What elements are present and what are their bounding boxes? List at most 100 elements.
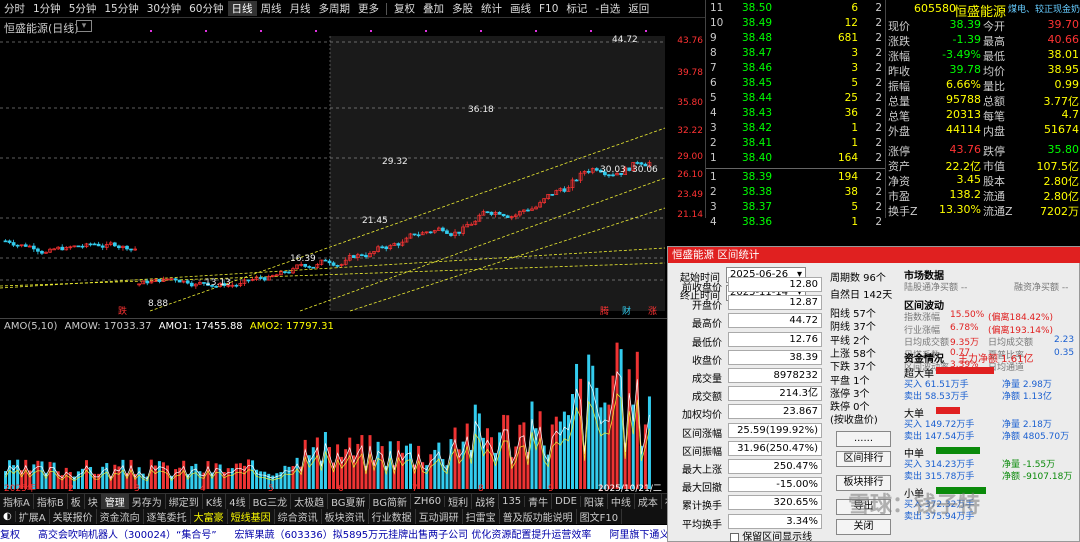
- extension-tab-4[interactable]: 大富豪: [191, 509, 228, 524]
- tool-button-5[interactable]: F10: [535, 3, 562, 15]
- indicator-tab-3[interactable]: 块: [85, 494, 102, 509]
- amo-bar: [226, 468, 230, 489]
- indicator-tab-5[interactable]: 另存为: [129, 494, 166, 509]
- extension-tab-6[interactable]: 综合资讯: [275, 509, 322, 524]
- tool-button-2[interactable]: 多股: [448, 1, 477, 16]
- indicator-tab-15[interactable]: 战将: [472, 494, 500, 509]
- indicator-tab-13[interactable]: ZH60: [411, 496, 446, 507]
- event-marker[interactable]: 涨: [648, 306, 657, 317]
- amo-bar: [166, 465, 169, 489]
- period-tab-7[interactable]: 周线: [257, 1, 286, 16]
- indicator-tab-10[interactable]: 太极趋: [291, 494, 329, 509]
- ob-volume: 5: [851, 201, 858, 213]
- candlestick-chart[interactable]: 恒盛能源(日线) ▾ 44.72 36.18 29.32 21.45 16.39 13.1…: [0, 18, 705, 318]
- extension-tab-11[interactable]: 普及版功能说明: [500, 509, 577, 524]
- indicator-tab-18[interactable]: DDE: [552, 496, 581, 507]
- tool-button-6[interactable]: 标记: [562, 1, 591, 16]
- indicator-tab-16[interactable]: 135: [499, 496, 526, 507]
- candle-body: [594, 168, 599, 171]
- indicator-tab-4[interactable]: 管理: [101, 494, 129, 509]
- extension-tab-8[interactable]: 行业数据: [369, 509, 416, 524]
- extension-tab-0[interactable]: 扩展A: [16, 509, 50, 524]
- amo-bar: [238, 463, 242, 489]
- kline-canvas: 44.72 36.18 29.32 21.45 16.39 13.13 8.88 30.03 3…: [0, 30, 666, 317]
- indicator-tab-0[interactable]: 指标A: [0, 494, 34, 509]
- indicator-tab-19[interactable]: 阳谋: [581, 494, 608, 509]
- dialog-button-1[interactable]: 区间排行: [836, 451, 891, 467]
- indicator-tab-17[interactable]: 青牛: [525, 494, 553, 509]
- period-tab-4[interactable]: 30分钟: [143, 1, 185, 16]
- extension-tab-3[interactable]: 逐笔委托: [144, 509, 191, 524]
- tool-button-3[interactable]: 统计: [477, 1, 506, 16]
- dialog-button-0[interactable]: ......: [836, 431, 891, 447]
- extension-tab-2[interactable]: 资金流向: [97, 509, 144, 524]
- zone-extra: (偏离184.42%): [988, 313, 1054, 323]
- stat-value: 12.87: [728, 295, 822, 311]
- extension-tab-1[interactable]: 关联报价: [50, 509, 97, 524]
- toggle-icon[interactable]: ◐: [0, 511, 16, 522]
- zone-extra: (偏离193.14%): [988, 325, 1054, 336]
- quote-row: 涨幅 -3.49% 最低 38.01: [886, 48, 1080, 63]
- indicator-tab-20[interactable]: 中线: [608, 494, 635, 509]
- candle-body: [627, 167, 632, 171]
- tool-button-0[interactable]: 复权: [390, 1, 419, 16]
- amo-amo2: AMO2: 17797.31: [249, 321, 334, 332]
- stock-tag[interactable]: 煤电、较正现金奶牛: [1008, 2, 1080, 15]
- indicator-tab-7[interactable]: K线: [203, 494, 227, 509]
- amo-bar: [36, 460, 40, 489]
- amo-bar: [453, 427, 457, 489]
- period-tab-9[interactable]: 多周期: [315, 1, 355, 16]
- amo-bar: [121, 459, 125, 489]
- ticker-item[interactable]: 复权: [0, 526, 20, 541]
- extension-tab-9[interactable]: 互动调研: [416, 509, 463, 524]
- period-tab-8[interactable]: 月线: [286, 1, 315, 16]
- tool-button-1[interactable]: 叠加: [419, 1, 448, 16]
- indicator-tab-6[interactable]: 绑定到: [166, 494, 203, 509]
- quote-label: 内盘: [983, 125, 1005, 138]
- extension-tab-12[interactable]: 图文F10: [577, 509, 623, 524]
- price-tick: 29.00: [677, 152, 703, 162]
- period-tab-1[interactable]: 1分钟: [29, 1, 65, 16]
- indicator-tab-1[interactable]: 指标B: [34, 494, 68, 509]
- indicator-tab-21[interactable]: 成本: [635, 494, 662, 509]
- candle-body: [185, 280, 190, 284]
- extension-tab-10[interactable]: 扫雷宝: [463, 509, 500, 524]
- event-marker[interactable]: 腾: [600, 305, 609, 317]
- period-tab-3[interactable]: 15分钟: [100, 1, 142, 16]
- amo-bar: [368, 435, 372, 489]
- ticker-item[interactable]: 宏辉果蔬（603336）拟5895万元挂牌出售两子公司 优化资源配置提升运营效率: [235, 526, 592, 541]
- keep-lines-checkbox-row[interactable]: 保留区间显示线: [730, 528, 812, 542]
- period-tab-5[interactable]: 60分钟: [185, 1, 227, 16]
- indicator-tab-11[interactable]: BG夏新: [328, 494, 370, 509]
- tool-button-8[interactable]: 返回: [624, 1, 653, 16]
- period-tab-6[interactable]: 日线: [227, 1, 257, 16]
- stat-label: 开盘价: [692, 301, 722, 313]
- tool-button-7[interactable]: -自选: [591, 1, 624, 16]
- dialog-button-4[interactable]: 关闭: [836, 519, 891, 535]
- ob-price: 38.43: [742, 107, 773, 119]
- period-tab-0[interactable]: 分时: [0, 1, 29, 16]
- amo-bar: [97, 473, 101, 489]
- indicator-tab-2[interactable]: 板: [68, 494, 85, 509]
- period-tab-10[interactable]: 更多: [354, 1, 383, 16]
- indicator-tab-12[interactable]: BG简新: [370, 494, 411, 509]
- amo-amo1: AMO1: 17455.88: [158, 321, 243, 332]
- extension-tab-5[interactable]: 短线基因: [228, 509, 275, 524]
- stat-value: 250.47%: [728, 459, 822, 474]
- indicator-tab-14[interactable]: 短利: [445, 494, 473, 509]
- amo-indicator-chart[interactable]: 2025年 2 3 4 5 6 7 8 9 10 2025/10/21/二 AMO(5,10) AM…: [0, 318, 705, 494]
- stat-label: 最低价: [692, 337, 722, 349]
- indicator-tab-9[interactable]: BG三龙: [250, 494, 292, 509]
- indicator-tab-8[interactable]: 4线: [226, 494, 250, 509]
- event-marker[interactable]: 跌: [118, 306, 127, 317]
- ticker-item[interactable]: 高交会吹响机器人（300024）“集合号”: [38, 526, 217, 541]
- event-marker[interactable]: 财: [622, 305, 631, 317]
- zone-value: 9.35万: [950, 338, 980, 348]
- extension-tab-7[interactable]: 板块资讯: [322, 509, 369, 524]
- ticker-item[interactable]: 阿里旗下通义: [609, 526, 669, 541]
- period-tab-2[interactable]: 5分钟: [65, 1, 101, 16]
- zone-extra: 日均成交额: [988, 338, 1034, 348]
- keep-lines-checkbox[interactable]: [730, 532, 739, 542]
- tool-button-4[interactable]: 画线: [506, 1, 535, 16]
- order-book-row: 3 38.37 5 2: [706, 201, 886, 216]
